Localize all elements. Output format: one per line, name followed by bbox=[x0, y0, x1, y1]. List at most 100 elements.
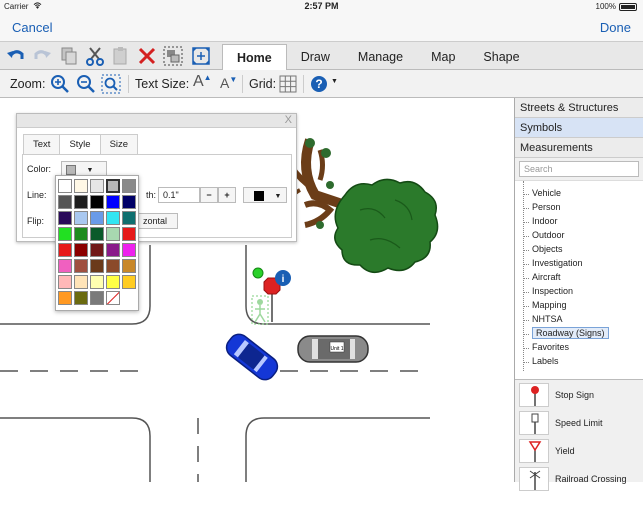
color-swatch[interactable] bbox=[90, 227, 104, 241]
redo-icon[interactable] bbox=[31, 45, 53, 67]
color-swatch[interactable] bbox=[74, 291, 88, 305]
color-swatch[interactable] bbox=[122, 227, 136, 241]
help-icon[interactable]: ? bbox=[310, 75, 328, 96]
color-swatch[interactable] bbox=[90, 259, 104, 273]
color-swatch[interactable] bbox=[58, 275, 72, 289]
color-swatch[interactable] bbox=[122, 243, 136, 257]
color-swatch[interactable] bbox=[90, 211, 104, 225]
road-edge bbox=[0, 417, 151, 482]
close-icon[interactable]: X bbox=[285, 114, 292, 126]
cancel-button[interactable]: Cancel bbox=[12, 20, 52, 35]
cut-icon[interactable] bbox=[84, 45, 106, 67]
color-swatch[interactable] bbox=[122, 195, 136, 209]
tree-item-investigation[interactable]: Investigation bbox=[523, 257, 583, 270]
color-swatch[interactable] bbox=[106, 243, 120, 257]
color-swatch[interactable] bbox=[106, 227, 120, 241]
section-measurements[interactable]: Measurements bbox=[515, 138, 643, 158]
color-swatch[interactable] bbox=[74, 179, 88, 193]
color-swatch[interactable] bbox=[74, 211, 88, 225]
symbol-library-panel: Streets & Structures Symbols Measurement… bbox=[514, 98, 643, 491]
tree-item-inspection[interactable]: Inspection bbox=[523, 285, 573, 298]
width-decrease-button[interactable]: − bbox=[200, 187, 218, 203]
symbol-item[interactable]: Yield bbox=[519, 439, 639, 465]
section-symbols[interactable]: Symbols bbox=[515, 118, 643, 138]
group-icon[interactable] bbox=[162, 45, 184, 67]
tab-home[interactable]: Home bbox=[222, 44, 287, 70]
color-swatch[interactable] bbox=[58, 259, 72, 273]
color-swatch[interactable] bbox=[58, 291, 72, 305]
color-swatch[interactable] bbox=[58, 227, 72, 241]
text-size-increase-button[interactable]: A▲ bbox=[193, 73, 212, 91]
tree-item-nhtsa[interactable]: NHTSA bbox=[523, 313, 563, 326]
railroad-crossing-icon bbox=[519, 467, 549, 491]
color-swatch[interactable] bbox=[122, 179, 136, 193]
color-swatch[interactable] bbox=[74, 243, 88, 257]
tab-map[interactable]: Map bbox=[417, 44, 469, 70]
tree-item-labels[interactable]: Labels bbox=[523, 355, 559, 368]
width-increase-button[interactable]: + bbox=[218, 187, 236, 203]
paste-icon[interactable] bbox=[110, 45, 132, 67]
color-swatch[interactable] bbox=[58, 243, 72, 257]
color-swatch[interactable] bbox=[106, 195, 120, 209]
color-swatch[interactable] bbox=[106, 211, 120, 225]
flip-horizontal-button[interactable]: zontal bbox=[138, 213, 178, 229]
zoom-fit-icon[interactable] bbox=[101, 74, 121, 97]
color-swatch[interactable] bbox=[90, 275, 104, 289]
zoom-out-icon[interactable] bbox=[76, 74, 96, 97]
color-swatch[interactable] bbox=[74, 195, 88, 209]
no-color-swatch[interactable] bbox=[106, 291, 120, 305]
tab-size[interactable]: Size bbox=[99, 134, 139, 155]
grid-icon[interactable] bbox=[279, 75, 297, 96]
search-input[interactable]: Search bbox=[519, 161, 639, 177]
tree-item-person[interactable]: Person bbox=[523, 201, 561, 214]
copy-icon[interactable] bbox=[58, 45, 80, 67]
tree-item-label: NHTSA bbox=[532, 314, 563, 324]
car-unit-label: Unit 1 bbox=[330, 346, 343, 352]
symbol-item[interactable]: Speed Limit bbox=[519, 411, 639, 437]
color-swatch[interactable] bbox=[122, 211, 136, 225]
color-swatch[interactable] bbox=[106, 275, 120, 289]
tree-item-aircraft[interactable]: Aircraft bbox=[523, 271, 561, 284]
color-swatch[interactable] bbox=[122, 275, 136, 289]
color-swatch[interactable] bbox=[74, 275, 88, 289]
tab-text[interactable]: Text bbox=[23, 134, 61, 155]
tree-item-vehicle[interactable]: Vehicle bbox=[523, 187, 561, 200]
tab-style[interactable]: Style bbox=[59, 134, 101, 155]
symbol-item[interactable]: Stop Sign bbox=[519, 383, 639, 409]
tree-item-objects[interactable]: Objects bbox=[523, 243, 563, 256]
color-swatch[interactable] bbox=[58, 179, 72, 193]
color-swatch[interactable] bbox=[90, 179, 104, 193]
tab-manage[interactable]: Manage bbox=[344, 44, 417, 70]
undo-icon[interactable] bbox=[5, 45, 27, 67]
color-swatch[interactable] bbox=[58, 211, 72, 225]
tree-item-favorites[interactable]: Favorites bbox=[523, 341, 569, 354]
section-streets-structures[interactable]: Streets & Structures bbox=[515, 98, 643, 118]
color-swatch[interactable] bbox=[90, 195, 104, 209]
main-toolbar: Home Draw Manage Map Shape bbox=[0, 42, 643, 70]
tree-item-mapping[interactable]: Mapping bbox=[523, 299, 567, 312]
color-swatch[interactable] bbox=[106, 259, 120, 273]
color-swatch[interactable] bbox=[90, 291, 104, 305]
color-swatch[interactable] bbox=[74, 259, 88, 273]
done-button[interactable]: Done bbox=[600, 20, 631, 35]
fit-icon[interactable] bbox=[190, 45, 212, 67]
color-swatch[interactable] bbox=[58, 195, 72, 209]
color-swatch[interactable] bbox=[106, 179, 120, 193]
tree-item-roadway-signs[interactable]: Roadway (Signs) bbox=[523, 327, 609, 340]
chevron-down-icon: ▼ bbox=[274, 193, 282, 200]
color-swatch[interactable] bbox=[74, 227, 88, 241]
line-width-input[interactable]: 0.1" bbox=[158, 187, 200, 203]
symbol-item[interactable]: Railroad Crossing bbox=[519, 467, 639, 493]
zoom-in-icon[interactable] bbox=[50, 74, 70, 97]
line-color-button[interactable]: ▼ bbox=[243, 187, 287, 203]
tree-item-indoor[interactable]: Indoor bbox=[523, 215, 558, 228]
color-swatch[interactable] bbox=[122, 259, 136, 273]
text-size-decrease-button[interactable]: A▼ bbox=[220, 75, 237, 91]
tree-item-outdoor[interactable]: Outdoor bbox=[523, 229, 565, 242]
color-swatch[interactable] bbox=[90, 243, 104, 257]
tab-draw[interactable]: Draw bbox=[287, 44, 344, 70]
delete-icon[interactable] bbox=[136, 45, 158, 67]
tree-item-label: Roadway (Signs) bbox=[532, 327, 609, 339]
tab-shape[interactable]: Shape bbox=[469, 44, 533, 70]
chevron-down-icon[interactable]: ▼ bbox=[331, 78, 338, 85]
